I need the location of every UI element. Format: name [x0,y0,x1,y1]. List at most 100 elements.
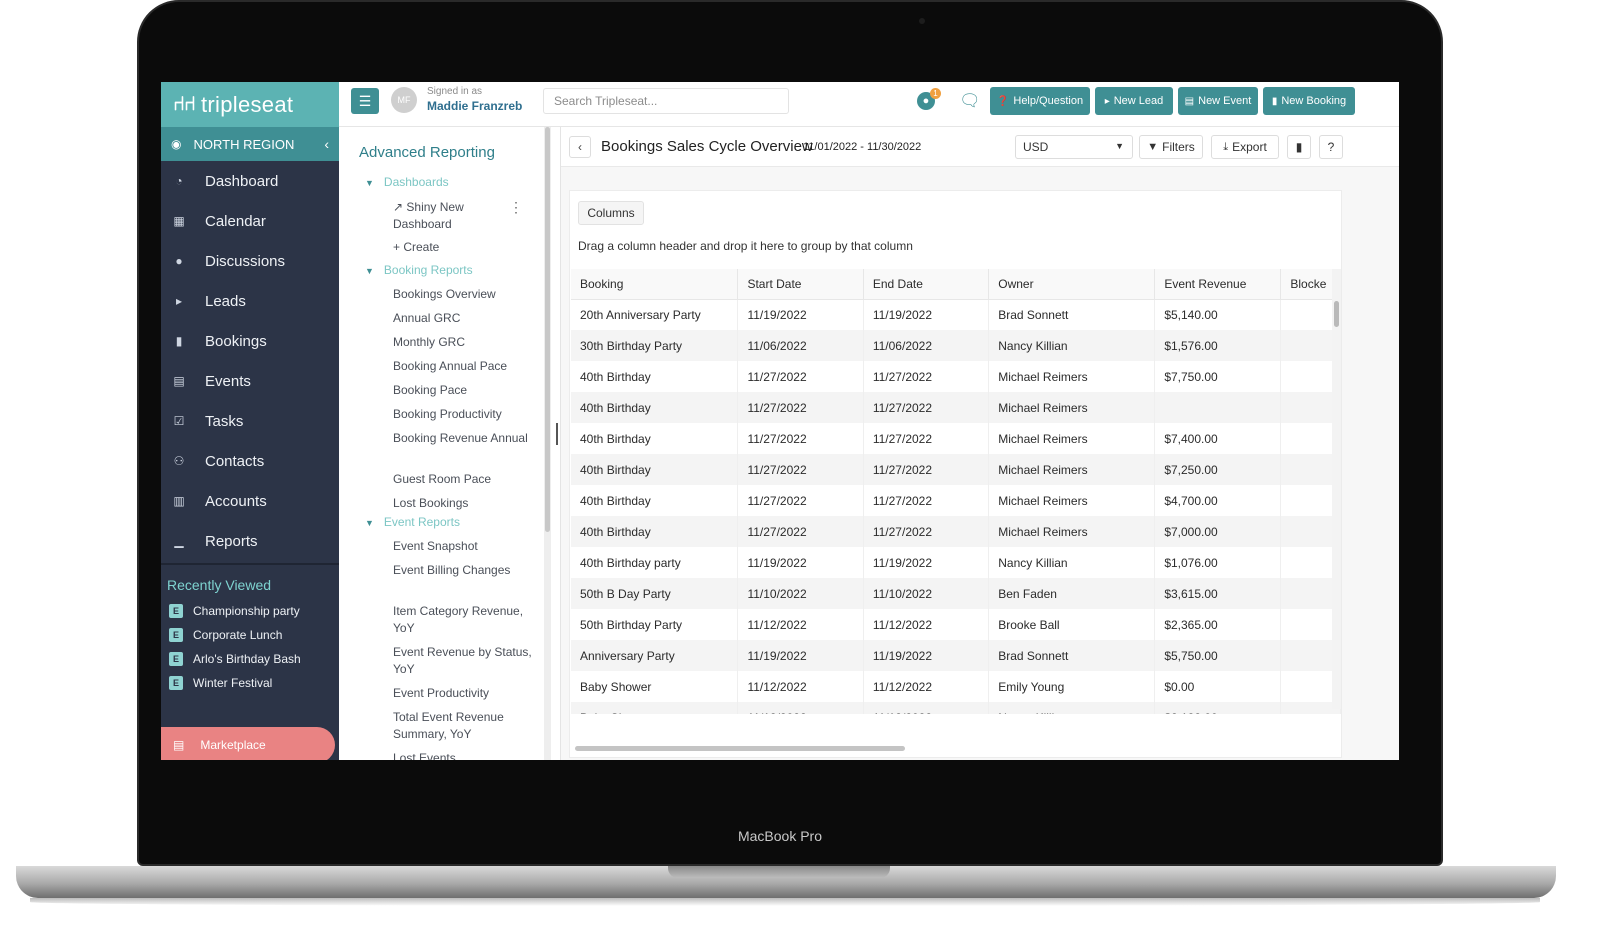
tripleseat-logo[interactable]: ⑁⑁ tripleseat [161,82,339,127]
new-event-button[interactable]: ▤ New Event [1178,87,1258,115]
table-row[interactable]: 40th Birthday party 11/19/2022 11/19/2022 N… [571,547,1341,578]
event-icon: ▤ [1184,95,1195,107]
event-badge-icon: E [169,652,183,666]
recent-item[interactable]: E Winter Festival [161,671,339,695]
chat-icon[interactable]: 🗨 [959,91,981,111]
report-link[interactable]: Bookings Overview [393,286,543,303]
group-by-drop-zone[interactable]: Drag a column header and drop it here to… [578,239,913,253]
report-link[interactable]: Monthly GRC [393,334,543,351]
table-cell: $4,700.00 [1154,485,1282,516]
report-link[interactable]: Booking Annual Pace [393,358,543,375]
sidebar-item-leads[interactable]: ▸ Leads [161,281,339,321]
user-name[interactable]: Maddie Franzreb [427,99,522,113]
column-header[interactable]: Owner [988,269,1156,300]
filters-button[interactable]: ▼ Filters [1139,135,1203,159]
report-link[interactable]: Booking Pace [393,382,543,399]
marketplace-button[interactable]: ▤ Marketplace [161,727,335,760]
report-link[interactable]: Event Billing Changes [393,562,543,579]
sidebar-item-contacts[interactable]: ⚇ Contacts [161,441,339,481]
table-row[interactable]: 50th Birthday Party 11/12/2022 11/12/2022 B… [571,609,1341,640]
dashboards-section-toggle[interactable]: ▼ Dashboards [365,175,449,189]
sidebar-item-tasks[interactable]: ☑ Tasks [161,401,339,441]
create-dashboard-link[interactable]: + Create [393,239,543,256]
report-link[interactable]: Booking Productivity [393,406,543,423]
report-link[interactable]: Lost Events [393,750,543,760]
report-nav-scroll-thumb[interactable] [545,127,550,532]
table-cell: 11/27/2022 [863,516,990,547]
report-link[interactable]: Guest Room Pace [393,471,543,488]
chat-bubble-icon: ● [175,254,183,268]
hamburger-icon: ☰ [358,92,372,109]
region-selector[interactable]: ◉ NORTH REGION ‹ [161,127,339,161]
report-link[interactable]: Annual GRC [393,310,543,327]
columns-button[interactable]: Columns [578,201,644,225]
table-row[interactable]: 40th Birthday 11/27/2022 11/27/2022 Michael… [571,423,1341,454]
table-row[interactable]: 20th Anniversary Party 11/19/2022 11/19/20… [571,299,1341,330]
bookmark-button[interactable]: ▮ [1287,135,1311,159]
table-row[interactable]: 50th B Day Party 11/10/2022 11/10/2022 Ben … [571,578,1341,609]
table-cell: 11/27/2022 [737,485,864,516]
table-cell: 11/12/2022 [737,609,864,640]
sidebar-item-dashboard[interactable]: ◔ Dashboard [161,161,339,201]
currency-select[interactable]: USD ▼ [1015,135,1133,159]
sidebar-item-discussions[interactable]: ● Discussions [161,241,339,281]
recent-item[interactable]: E Championship party [161,599,339,623]
report-link[interactable]: Item Category Revenue, YoY [393,603,543,637]
report-grid: Columns Drag a column header and drop it… [569,190,1342,758]
search-input[interactable] [543,88,789,114]
table-vertical-scrollbar[interactable] [1332,269,1341,709]
table-cell: 11/19/2022 [737,547,864,578]
sidebar-item-bookings[interactable]: ▮ Bookings [161,321,339,361]
table-row[interactable]: 40th Birthday 11/27/2022 11/27/2022 Michael… [571,516,1341,547]
table-row[interactable]: Baby Shower 11/12/2022 11/12/2022 Emily You… [571,671,1341,702]
sidebar-item-reports[interactable]: ▁ Reports [161,521,339,561]
new-booking-button[interactable]: ▮ New Booking [1263,87,1355,115]
table-row[interactable]: 40th Birthday 11/27/2022 11/27/2022 Michael… [571,485,1341,516]
export-button[interactable]: ⤓ Export [1211,135,1279,159]
kebab-menu-icon[interactable]: ⋮ [509,199,523,216]
column-header[interactable]: End Date [863,269,990,300]
table-cell: 40th Birthday [571,392,739,423]
dashboard-item[interactable]: ↗ Shiny New Dashboard [393,199,503,233]
column-header[interactable]: Start Date [737,269,864,300]
report-link[interactable]: Event Snapshot [393,538,543,555]
recent-item[interactable]: E Corporate Lunch [161,623,339,647]
report-title: Bookings Sales Cycle Overview [601,138,813,155]
table-row[interactable]: 30th Birthday Party 11/06/2022 11/06/2022 N… [571,330,1341,361]
event-reports-section-toggle[interactable]: ▼ Event Reports [365,515,460,529]
sidebar-item-accounts[interactable]: ▥ Accounts [161,481,339,521]
help-button[interactable]: ? [1319,135,1343,159]
column-header[interactable]: Booking [571,269,739,300]
table-horizontal-scroll-thumb[interactable] [575,746,905,751]
table-cell: 40th Birthday [571,516,739,547]
report-link[interactable]: Event Revenue by Status, YoY [393,644,543,678]
table-vertical-scroll-thumb[interactable] [1334,301,1339,327]
report-link[interactable]: Lost Bookings [393,495,543,512]
hamburger-menu-button[interactable]: ☰ [351,88,379,114]
megaphone-icon: ▸ [175,294,183,308]
help-question-button[interactable]: ❓ Help/Question [990,87,1090,115]
recent-item[interactable]: E Arlo's Birthday Bash [161,647,339,671]
table-row[interactable]: 40th Birthday 11/27/2022 11/27/2022 Michael… [571,361,1341,392]
bookmark-icon: ▮ [1271,95,1278,107]
table-row[interactable]: 40th Birthday 11/27/2022 11/27/2022 Michael… [571,454,1341,485]
avatar[interactable]: MF [391,87,417,113]
report-link[interactable]: Event Productivity [393,685,543,702]
column-header[interactable]: Event Revenue [1154,269,1282,300]
report-link[interactable]: Booking Revenue Annual [393,430,543,447]
sidebar-item-events[interactable]: ▤ Events [161,361,339,401]
report-link[interactable]: Total Event Revenue Summary, YoY [393,709,543,743]
chevron-left-icon[interactable]: ‹ [324,136,329,152]
panel-resize-handle[interactable] [556,423,558,445]
new-lead-button[interactable]: ▸ New Lead [1095,87,1173,115]
sidebar-item-calendar[interactable]: ▦ Calendar [161,201,339,241]
table-cell: 11/27/2022 [863,392,990,423]
app-screen: ⑁⑁ tripleseat ◉ NORTH REGION ‹ ◔ Dashboar… [161,82,1399,760]
table-row[interactable]: Baby Shower11/18/202211/18/2022Nancy Kil… [571,702,1341,714]
back-button[interactable]: ‹ [569,136,591,158]
sidebar-nav: ◔ Dashboard ▦ Calendar ● Discussions ▸ Leads ▮ Bo… [161,161,339,561]
table-row[interactable]: 40th Birthday 11/27/2022 11/27/2022 Michael… [571,392,1341,423]
booking-reports-section-toggle[interactable]: ▼ Booking Reports [365,263,473,277]
table-cell: $7,000.00 [1154,516,1282,547]
table-row[interactable]: Anniversary Party 11/19/2022 11/19/2022 Bra… [571,640,1341,671]
